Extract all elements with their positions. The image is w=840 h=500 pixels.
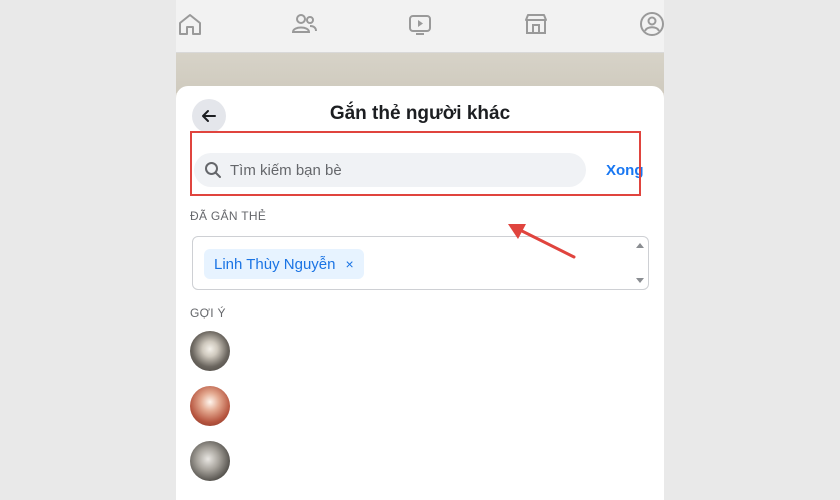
top-navigation-bar — [176, 0, 664, 53]
scroll-down-icon[interactable] — [636, 278, 644, 283]
tagged-chip[interactable]: Linh Thùy Nguyễn × — [204, 249, 364, 279]
home-icon[interactable] — [176, 10, 204, 38]
avatar[interactable] — [190, 331, 230, 371]
page-title: Gắn thẻ người khác — [329, 103, 511, 124]
watch-icon[interactable] — [406, 10, 434, 38]
mobile-app-frame: Gắn thẻ người khác Xong ĐÃ GẮN THẺ Linh … — [176, 0, 664, 500]
tagged-section-label: ĐÃ GẮN THẺ — [190, 209, 267, 223]
search-highlight-box — [190, 131, 641, 196]
close-icon[interactable]: × — [345, 256, 353, 272]
marketplace-icon[interactable] — [522, 10, 550, 38]
groups-icon[interactable] — [638, 10, 664, 38]
avatar[interactable] — [190, 441, 230, 481]
annotation-arrow-icon — [508, 224, 576, 259]
tagged-chip-label: Linh Thùy Nguyễn — [214, 255, 336, 273]
scroll-up-icon[interactable] — [636, 243, 644, 248]
friends-icon[interactable] — [290, 10, 318, 38]
suggestions-section-label: GỢI Ý — [190, 306, 226, 320]
avatar[interactable] — [190, 386, 230, 426]
